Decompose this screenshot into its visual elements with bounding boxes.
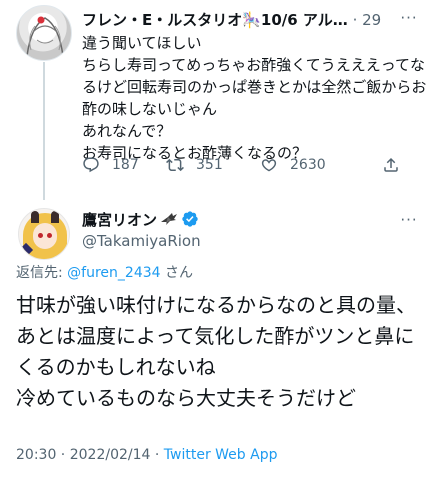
retweet-count: 351 — [196, 157, 223, 173]
share-button[interactable] — [382, 154, 412, 176]
avatar-eye-right — [47, 233, 52, 238]
parent-header: フレン・E・ルスタリオ🎠10/6 アル… · 29分 — [82, 10, 382, 30]
retweet-button[interactable]: 351 — [166, 154, 223, 176]
meta-separator-2: · — [150, 447, 164, 463]
parent-tweet-text: 違う聞いてほしい ちらし寿司ってめっちゃお酢強くてうえええってなるけど回転寿司の… — [82, 34, 427, 162]
avatar-face — [33, 223, 57, 249]
main-handle[interactable]: @TakamiyaRion — [82, 231, 201, 251]
parent-dot-separator: · — [352, 11, 358, 29]
meta-separator-1: · — [56, 447, 70, 463]
parent-action-bar: 187 351 2630 — [82, 154, 422, 176]
avatar-horn-left — [31, 211, 39, 223]
main-tweet-text: 甘味が強い味付けになるからなのと具の量、あとは温度によって気化した酢がツンと鼻に… — [16, 293, 416, 410]
avatar-eye-left — [38, 233, 43, 238]
like-count: 2630 — [290, 157, 326, 173]
like-button[interactable]: 2630 — [260, 154, 326, 176]
main-display-name[interactable]: 鷹宮リオン — [82, 209, 157, 230]
tweet-time[interactable]: 20:30 — [16, 447, 56, 463]
like-icon — [261, 159, 277, 172]
reply-to-prefix: 返信先: — [16, 265, 68, 281]
main-tweet: 鷹宮リオン @TakamiyaRion ··· 返信先: @furen_2434… — [0, 200, 435, 480]
parent-display-name[interactable]: フレン・E・ルスタリオ🎠10/6 アル… — [82, 11, 348, 29]
tweet-date[interactable]: 2022/02/14 — [70, 447, 151, 463]
main-more-icon[interactable]: ··· — [397, 211, 421, 231]
parent-tweet[interactable]: フレン・E・ルスタリオ🎠10/6 アル… · 29分 ··· 違う聞いてほしい … — [0, 0, 435, 200]
reply-count: 187 — [112, 157, 139, 173]
parent-avatar[interactable] — [16, 5, 72, 61]
tweet-source-link[interactable]: Twitter Web App — [164, 447, 278, 463]
bird-emoji-icon — [161, 213, 178, 225]
share-icon — [384, 157, 398, 172]
retweet-icon — [166, 158, 184, 172]
reply-to-mention-link[interactable]: @furen_2434 — [67, 265, 160, 281]
parent-more-icon[interactable]: ··· — [397, 9, 421, 29]
reply-icon — [83, 157, 99, 173]
main-name-row[interactable]: 鷹宮リオン — [82, 209, 199, 229]
verified-badge-icon — [182, 211, 198, 227]
thread-line — [43, 62, 45, 200]
parent-timestamp[interactable]: 29分 — [362, 11, 382, 29]
tweet-metadata: 20:30 · 2022/02/14 · Twitter Web App — [16, 445, 277, 465]
reply-to-suffix: さん — [160, 265, 193, 281]
replying-to: 返信先: @furen_2434 さん — [16, 263, 193, 283]
reply-button[interactable]: 187 — [82, 154, 139, 176]
main-avatar[interactable] — [18, 208, 70, 260]
avatar-horn-right — [51, 211, 59, 223]
